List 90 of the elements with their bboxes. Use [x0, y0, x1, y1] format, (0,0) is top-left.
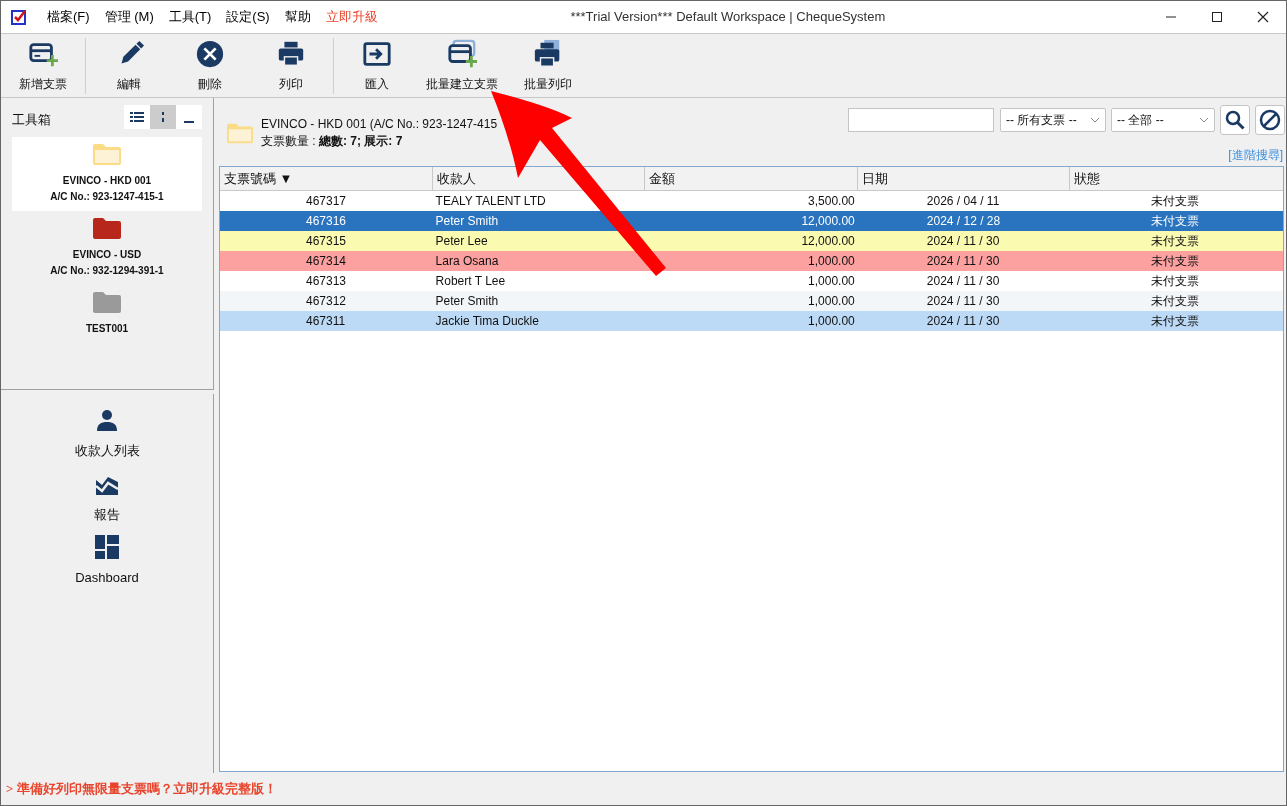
column-header[interactable]: 日期 [857, 167, 1071, 190]
table-cell: Peter Smith [435, 294, 499, 308]
table-cell: Jackie Tima Duckle [435, 314, 539, 328]
table-cell: 2024 / 11 / 30 [926, 234, 1000, 248]
menu-item[interactable]: 幫助 [279, 6, 316, 28]
column-header[interactable]: 支票號碼 ▼ [220, 167, 433, 190]
menu-item[interactable]: 工具(T) [163, 6, 217, 28]
table-row[interactable]: 467312 Peter Smith 1,000.00 2024 / 11 / 30 未付支票 [220, 291, 1283, 311]
cards-plus-icon [447, 38, 477, 69]
table-row[interactable]: 467314 Lara Osana 1,000.00 2024 / 11 / 30 未付支票 [220, 251, 1283, 271]
list-view-icon [130, 110, 144, 123]
nav-button[interactable]: 報告 [90, 471, 124, 524]
table-cell: Lara Osana [435, 254, 499, 268]
compact-view-button[interactable] [150, 104, 176, 129]
filter-dropdown[interactable]: -- 全部 -- [1111, 108, 1215, 132]
table-cell: 467312 [306, 294, 347, 308]
search-field[interactable] [848, 108, 994, 132]
toolbar-button[interactable]: 批量建立支票 [417, 35, 507, 96]
toolbar-button[interactable]: 批量列印 [507, 35, 588, 96]
table-cell: 未付支票 [1151, 294, 1200, 308]
account-name: EVINCO - HKD 001 [62, 173, 152, 188]
menu-item[interactable]: 設定(S) [221, 6, 275, 28]
menu-item[interactable]: 檔案(F) [42, 6, 95, 28]
toolbar-button[interactable]: 刪除 [169, 35, 250, 96]
table-cell: 12,000.00 [801, 234, 855, 248]
table-cell: 1,000.00 [808, 294, 855, 308]
account-item[interactable]: EVINCO - HKD 001 A/C No.: 923-1247-415-1 [12, 136, 202, 211]
toolbar-button[interactable]: 編輯 [88, 35, 169, 96]
chevron-icon [1199, 117, 1209, 123]
account-number: A/C No.: 923-1247-415-1 [50, 189, 164, 204]
minimize-panel-icon [184, 120, 194, 123]
table-cell: 467314 [306, 254, 347, 268]
table-cell: 2024 / 11 / 30 [926, 274, 1000, 288]
nav-button[interactable]: 收款人列表 [70, 408, 144, 461]
search-button[interactable] [1220, 105, 1250, 135]
dashboard-icon [95, 535, 119, 559]
toolbar-button[interactable]: 列印 [250, 35, 331, 96]
table-cell: 未付支票 [1151, 314, 1200, 328]
filter-dropdown[interactable]: -- 所有支票 -- [1000, 108, 1106, 132]
table-cell: 未付支票 [1151, 274, 1200, 288]
table-cell: 未付支票 [1151, 214, 1200, 228]
table-cell: 未付支票 [1151, 254, 1200, 268]
table-cell: 2024 / 11 / 30 [926, 294, 1000, 308]
table-cell: 12,000.00 [801, 214, 855, 228]
table-cell: 3,500.00 [808, 194, 855, 208]
toolbar-button[interactable]: 匯入 [336, 35, 417, 96]
table-cell: 467313 [306, 274, 347, 288]
maximize-icon [1211, 11, 1223, 23]
table-cell: Peter Lee [435, 234, 488, 248]
window-title: ***Trial Version*** Default Workspace | ChequeSystem [569, 8, 887, 27]
table-cell: 1,000.00 [808, 314, 855, 328]
cheque-count: 支票數量 : 總數: 7; 展示: 7 [261, 133, 404, 150]
menu-item[interactable]: 管理 (M) [99, 6, 159, 28]
nav-button[interactable]: Dashboard [71, 535, 143, 588]
app-logo-icon [11, 9, 27, 25]
folder-icon [227, 122, 253, 144]
table-row[interactable]: 467311 Jackie Tima Duckle 1,000.00 2024 / 11 / 30 未付支票 [220, 311, 1283, 331]
table-cell: 未付支票 [1151, 194, 1200, 208]
table-cell: TEALY TALENT LTD [435, 194, 546, 208]
chevron-icon [1090, 117, 1100, 123]
table-cell: 未付支票 [1151, 234, 1200, 248]
account-item[interactable]: EVINCO - USD A/C No.: 932-1294-391-1 [12, 210, 202, 285]
table-cell: 2026 / 04 / 11 [926, 194, 1000, 208]
toolbox-title: 工具箱 [12, 111, 51, 129]
table-cell: 1,000.00 [808, 254, 855, 268]
table-cell: 467315 [306, 234, 347, 248]
table-cell: 467316 [306, 214, 347, 228]
table-row[interactable]: 467315 Peter Lee 12,000.00 2024 / 11 / 30 未付支票 [220, 231, 1283, 251]
account-number: A/C No.: 932-1294-391-1 [50, 263, 164, 278]
column-header[interactable]: 金額 [645, 167, 858, 190]
delete-icon [194, 38, 225, 69]
close-icon [1257, 11, 1269, 23]
table-cell: 1,000.00 [808, 274, 855, 288]
account-name: EVINCO - USD [72, 247, 142, 262]
table-cell: 2024 / 11 / 30 [926, 314, 1000, 328]
account-name: TEST001 [85, 321, 129, 336]
account-item[interactable]: TEST001 [12, 284, 202, 343]
table-cell: Robert T Lee [435, 274, 506, 288]
upgrade-link[interactable]: 立即升級 [320, 6, 383, 28]
column-header[interactable]: 狀態 [1070, 167, 1283, 190]
table-cell: 467317 [306, 194, 347, 208]
table-cell: 2024 / 11 / 30 [926, 254, 1000, 268]
table-cell: 467311 [306, 314, 346, 328]
table-cell: 2024 / 12 / 28 [926, 214, 1001, 228]
toolbar-button[interactable]: 新增支票 [2, 35, 83, 96]
person-icon [95, 408, 119, 432]
table-row[interactable]: 467316 Peter Smith 12,000.00 2024 / 12 / 28 未付支票 [220, 211, 1283, 231]
account-heading: EVINCO - HKD 001 (A/C No.: 923-1247-415 [261, 116, 498, 133]
table-cell: Peter Smith [435, 214, 499, 228]
clear-button[interactable] [1255, 105, 1285, 135]
